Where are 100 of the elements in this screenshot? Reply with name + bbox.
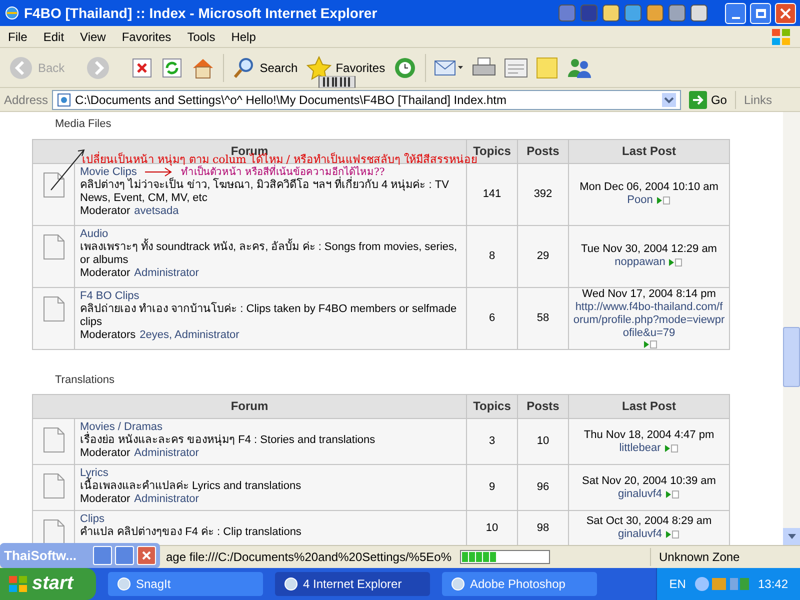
last-post-date: Tue Nov 30, 2004 12:29 am [580,243,718,256]
close-button[interactable] [137,546,156,565]
start-button[interactable]: start [0,568,96,600]
zone-text: Unknown Zone [650,548,800,566]
address-field[interactable]: C:\Documents and Settings\^o^ Hello!\My Documents\F4BO [Thailand] Index.htm [52,90,681,110]
scroll-down-icon[interactable] [788,534,796,539]
app-icon[interactable] [689,3,709,23]
last-post-user[interactable]: littlebear [619,442,661,454]
close-button[interactable] [775,2,796,24]
topics-cell: 3 [466,418,518,464]
last-post-date: Wed Nov 17, 2004 8:14 pm [581,288,717,300]
column-header: Posts [518,139,568,163]
stop-icon[interactable] [130,56,153,78]
document-icon [43,427,65,453]
post-arrow-icon[interactable] [669,258,684,267]
last-post-date: Thu Nov 18, 2004 4:47 pm [582,428,716,442]
star-icon [306,56,332,80]
taskbar-button[interactable]: Adobe Photoshop [442,572,597,596]
moderator-label: Moderator [80,447,130,460]
moderator-label: Moderator [80,266,130,280]
column-header: Last Post [568,139,730,163]
forum-description: คลิปถ่ายเอง ทำเอง จากบ้านโบค่ะ : Clips taken by F4BO members or selfmade clips [80,302,458,328]
column-header: Forum [32,394,466,418]
moderator-link[interactable]: Administrator [134,447,199,460]
topics-cell: 8 [466,225,518,287]
forum-link[interactable]: Movies / Dramas [80,421,163,434]
scrollbar[interactable] [783,112,800,545]
restore-button[interactable] [93,546,112,565]
menu-item[interactable]: File [0,28,36,46]
taskbar-button[interactable]: 4 Internet Explorer [275,572,430,596]
forum-link[interactable]: Lyrics [80,467,108,480]
menu-item[interactable]: Tools [179,28,224,46]
post-arrow-icon[interactable] [664,444,679,452]
app-icon [450,576,466,592]
document-icon [43,172,65,198]
forum-link[interactable]: Movie Clips [80,166,137,178]
scrollbar-thumb[interactable] [783,327,800,387]
history-icon[interactable] [393,56,418,80]
go-button[interactable]: Go [684,90,731,108]
forum-description: คลิปต่างๆ ไม่ว่าจะเป็น ข่าว, โฆษณา, มิวสิควิดีโอ ฯลฯ ที่เกี่ยวกับ 4 หนุ่มค่ะ : TV News, Event, CM, MV, etc [80,178,450,204]
tray-icons-drawing[interactable] [694,576,750,592]
favorites-button[interactable]: Favorites [306,56,386,80]
forum-link[interactable]: Audio [80,228,108,240]
menu-item[interactable]: Favorites [114,28,180,46]
posts-cell: 392 [518,163,568,225]
refresh-icon[interactable] [160,56,183,78]
search-button[interactable]: Search [232,56,298,80]
document-icon [43,473,65,499]
page-icon [57,92,72,106]
forum-link[interactable]: F4 BO Clips [80,290,140,302]
topics-cell: 9 [466,464,518,510]
last-post-user[interactable]: ginaluvf4 [618,488,662,500]
close-icon [780,8,791,18]
home-icon[interactable] [190,56,215,78]
posts-cell: 58 [518,287,568,349]
moderator-link[interactable]: avetsada [134,204,179,218]
forum-description: เรื่องย่อ หนังและละคร ของหนุ่มๆ F4 : Stories and translations [80,434,466,447]
forum-link[interactable]: Clips [80,513,104,526]
post-arrow-icon[interactable] [656,196,671,205]
last-post-user[interactable]: noppawan [614,256,666,269]
minimize-button[interactable] [725,2,746,24]
taskbar-button[interactable]: SnagIt [108,572,263,596]
language-indicator[interactable]: EN [669,575,686,593]
post-arrow-icon[interactable] [644,340,658,348]
menu-item[interactable]: Help [223,28,264,46]
status-text: age file:///C:/Documents%20and%20Settings/%5Eo% [166,549,452,566]
moderator-label: Moderators [80,328,136,342]
windows-logo-icon [770,28,792,46]
app-icon[interactable] [667,3,687,23]
links-label[interactable]: Links [734,90,796,108]
search-icon [232,56,256,80]
post-arrow-icon[interactable] [666,490,680,498]
minimize-button[interactable] [115,546,134,565]
menu-item[interactable]: Edit [35,28,72,46]
last-post-user[interactable]: http://www.f4bo-thailand.com/forum/profile.php?mode=viewprofile&u=79 [573,300,725,340]
last-post-user[interactable]: Poon [627,194,653,207]
edit-page-icon[interactable] [504,56,528,78]
people-icon[interactable] [566,56,592,78]
menu-item[interactable]: View [72,28,114,46]
annotation-arrow [144,167,173,177]
note-icon[interactable] [536,56,558,78]
section-title[interactable]: Translations [32,372,783,394]
moderator-label: Moderator [80,493,130,506]
last-post-user[interactable]: ginaluvf4 [618,528,662,541]
section-title[interactable]: Media Files [32,116,783,138]
app-icon [116,576,132,592]
clock: 13:42 [758,576,788,593]
moderator-link[interactable]: Administrator [134,266,199,280]
post-arrow-icon[interactable] [666,530,680,539]
close-icon [142,551,151,560]
moderator-link[interactable]: 2eyes, Administrator [140,328,240,342]
document-icon [43,296,65,322]
column-header: Posts [518,394,568,418]
posts-cell: 29 [518,225,568,287]
printer-icon[interactable] [472,56,496,78]
app-icon[interactable] [645,3,665,23]
maximize-button[interactable] [750,2,771,24]
moderator-link[interactable]: Administrator [134,493,199,506]
striped-cursor-drawing [318,76,356,88]
moderator-label: Moderator [80,204,130,218]
